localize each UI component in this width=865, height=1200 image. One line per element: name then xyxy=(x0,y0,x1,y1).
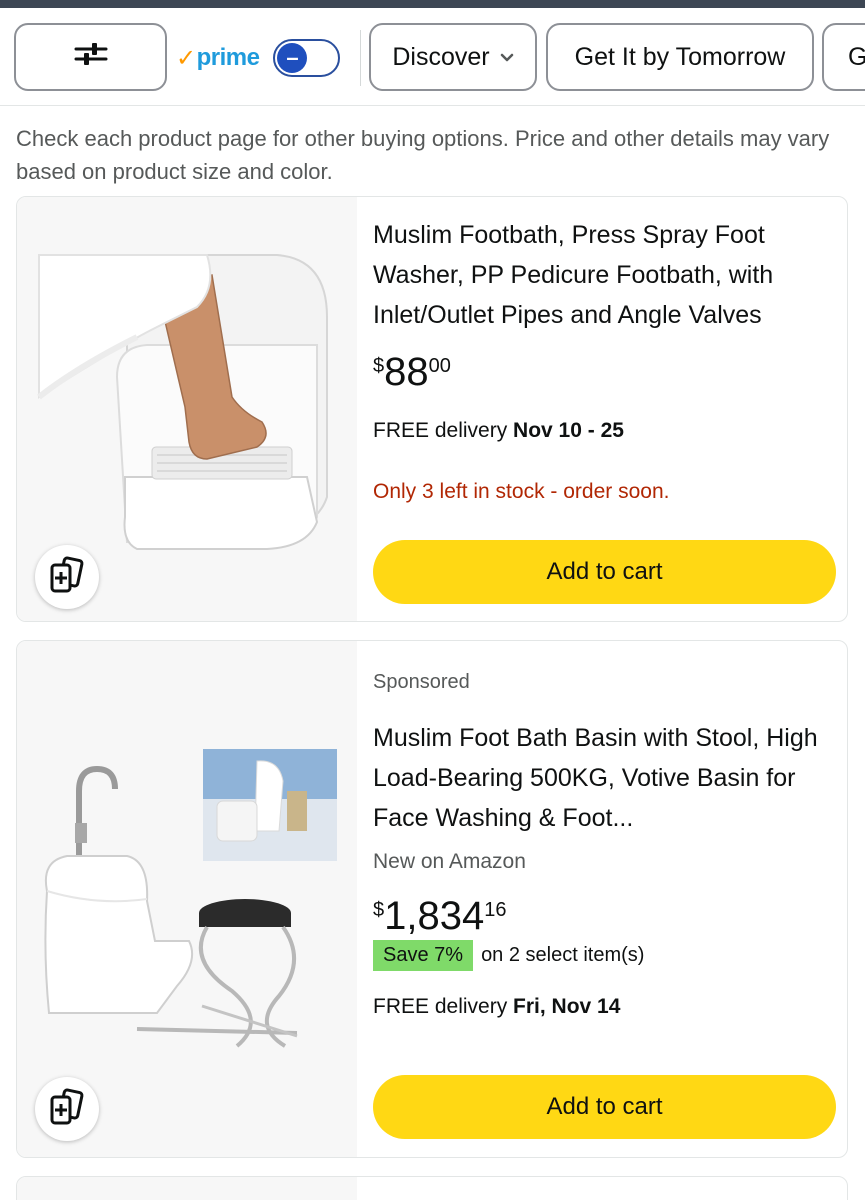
add-to-cart-button[interactable]: Add to cart xyxy=(373,540,836,604)
delivery-date: Fri, Nov 14 xyxy=(513,995,621,1018)
price-symbol: $ xyxy=(373,899,385,921)
compare-button[interactable] xyxy=(35,545,99,609)
price-symbol: $ xyxy=(373,355,385,377)
save-badge: Save 7% xyxy=(373,940,474,971)
add-to-cart-label: Add to cart xyxy=(546,1093,663,1120)
product-image[interactable] xyxy=(17,1177,357,1200)
chevron-down-icon xyxy=(500,47,514,68)
top-status-bar xyxy=(0,0,865,8)
product-price: $ 88 00 xyxy=(373,349,451,395)
more-filter-button[interactable]: G xyxy=(822,23,865,91)
stock-warning: Only 3 left in stock - order soon. xyxy=(373,480,670,503)
delivery-info: FREE delivery Nov 10 - 25 xyxy=(373,419,624,443)
price-whole: 1,834 xyxy=(384,894,485,938)
prime-label: prime xyxy=(196,44,260,71)
add-to-cart-button[interactable]: Add to cart xyxy=(373,1075,836,1139)
prime-filter: ✓ prime – xyxy=(176,38,341,78)
prime-toggle[interactable]: – xyxy=(273,39,341,77)
savings-row: Save 7% on 2 select item(s) xyxy=(373,940,644,971)
discover-label: Discover xyxy=(392,42,490,71)
filter-bar: ✓ prime – Discover Get It by Tomorrow G xyxy=(0,8,865,106)
product-card[interactable]: Muslim Footbath, Press Spray Foot Washer… xyxy=(16,196,848,622)
compare-cards-icon xyxy=(48,1087,86,1131)
new-on-amazon-label: New on Amazon xyxy=(373,850,526,873)
compare-button[interactable] xyxy=(35,1077,99,1141)
get-it-by-tomorrow-button[interactable]: Get It by Tomorrow xyxy=(546,23,814,91)
delivery-prefix: FREE delivery xyxy=(373,995,514,1018)
sliders-icon xyxy=(74,42,108,73)
delivery-prefix: FREE delivery xyxy=(373,419,514,442)
product-card[interactable] xyxy=(16,1176,848,1200)
delivery-date: Nov 10 - 25 xyxy=(513,419,624,442)
tomorrow-label: Get It by Tomorrow xyxy=(574,42,786,71)
add-to-cart-label: Add to cart xyxy=(546,558,663,585)
prime-logo: ✓ prime xyxy=(176,44,260,73)
price-fraction: 16 xyxy=(484,899,507,921)
filter-divider xyxy=(360,30,361,86)
buying-options-notice: Check each product page for other buying… xyxy=(16,126,830,184)
save-text[interactable]: on 2 select item(s) xyxy=(481,944,644,967)
price-whole: 88 xyxy=(384,350,429,394)
more-filter-label: G xyxy=(848,42,865,71)
toggle-off-icon: – xyxy=(277,43,308,73)
delivery-info: FREE delivery Fri, Nov 14 xyxy=(373,995,620,1019)
product-title[interactable]: Muslim Foot Bath Basin with Stool, High … xyxy=(373,718,833,838)
product-price: $ 1,834 16 xyxy=(373,893,506,939)
prime-check-icon: ✓ xyxy=(176,44,196,72)
sponsored-label: Sponsored xyxy=(373,671,470,693)
discover-dropdown[interactable]: Discover xyxy=(369,23,537,91)
compare-cards-icon xyxy=(48,555,86,599)
product-card[interactable]: Sponsored Muslim Foot Bath Basin with St… xyxy=(16,640,848,1158)
filter-settings-button[interactable] xyxy=(14,23,167,91)
product-title[interactable]: Muslim Footbath, Press Spray Foot Washer… xyxy=(373,215,833,335)
price-fraction: 00 xyxy=(428,355,451,377)
